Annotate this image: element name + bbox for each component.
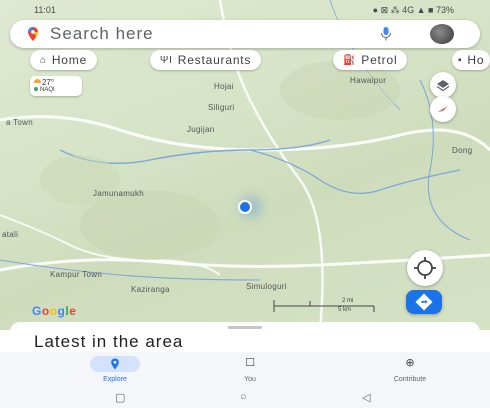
chip-restaurants[interactable]: ΨΙ Restaurants — [150, 50, 262, 70]
profile-avatar[interactable] — [430, 24, 454, 44]
map-label-kampur-town: Kampur Town — [50, 270, 103, 279]
bottom-sheet[interactable]: Latest in the area — [10, 322, 480, 352]
hotel-icon: ▪ — [458, 54, 463, 66]
layers-icon — [436, 80, 450, 92]
status-time: 11:01 — [34, 5, 56, 15]
aqi-dot-icon — [34, 87, 38, 91]
home-icon: ⌂ — [40, 54, 47, 66]
google-logo-letter: e — [69, 304, 77, 318]
restaurant-icon: ΨΙ — [160, 54, 173, 66]
nav-label: Contribute — [393, 376, 427, 383]
directions-icon — [415, 293, 433, 311]
directions-button[interactable] — [406, 290, 442, 314]
map-label-dong: Dong — [452, 146, 473, 155]
search-bar[interactable]: Search here — [10, 20, 480, 48]
map-label-simuloguri: Simuloguri — [246, 282, 287, 291]
map-label-siliguri: Siliguri — [208, 103, 235, 112]
status-bar: 11:01 ● ⊠ ⁂ 4G ▲ ■ 73% — [0, 0, 490, 20]
aqi-text: NAQI — [40, 87, 55, 93]
explore-pin-icon — [111, 358, 119, 370]
map-label-jamunamukh: Jamunamukh — [93, 189, 145, 198]
bookmark-icon: ☐ — [245, 357, 255, 369]
scale-bar — [273, 300, 375, 312]
scale-km: 5 km — [338, 307, 352, 313]
category-chips: ⌂ Home ΨΙ Restaurants ⛽ Petrol ▪ Ho — [0, 50, 490, 72]
map-label-hojai: Hojai — [214, 82, 234, 91]
map-label-jugijan: Jugijan — [187, 125, 215, 134]
nav-label: You — [244, 376, 256, 383]
chip-label: Home — [51, 53, 88, 67]
nav-contribute[interactable]: ⊕ Contribute — [355, 354, 465, 386]
map-label-hawaipur: Hawaipur — [350, 76, 387, 85]
my-location-button[interactable] — [407, 250, 443, 286]
map-label-a-town: a Town — [6, 118, 34, 127]
mic-icon[interactable] — [380, 27, 392, 41]
google-logo-letter: G — [32, 304, 42, 318]
chip-hotels[interactable]: ▪ Ho — [452, 50, 490, 70]
maps-pin-icon — [28, 27, 38, 41]
sheet-title: Latest in the area — [34, 332, 184, 351]
scale-miles: 2 mi — [342, 298, 354, 304]
map-label-kaziranga: Kaziranga — [131, 285, 170, 294]
layers-button[interactable] — [430, 72, 456, 98]
system-navigation-bar: ▢ ○ ◁ — [0, 388, 490, 408]
weather-widget[interactable]: 27° NAQI — [30, 76, 82, 96]
nav-you[interactable]: ☐ You — [195, 354, 305, 386]
weather-temp: 27° — [42, 78, 55, 87]
back-icon[interactable]: ◁ — [362, 391, 370, 404]
crosshair-icon — [414, 257, 436, 279]
map-scale: 2 mi 5 km — [270, 296, 380, 316]
recents-icon[interactable]: ▢ — [115, 391, 125, 404]
home-button-icon[interactable]: ○ — [240, 391, 247, 403]
compass-icon — [438, 106, 448, 112]
google-logo-letter: o — [49, 304, 58, 318]
chip-petrol[interactable]: ⛽ Petrol — [333, 50, 408, 70]
sun-icon — [34, 79, 41, 83]
drag-handle[interactable] — [228, 326, 262, 329]
nav-label: Explore — [103, 376, 127, 383]
search-input[interactable]: Search here — [50, 24, 154, 44]
add-circle-icon: ⊕ — [405, 357, 415, 369]
current-location-marker — [238, 200, 252, 214]
chip-label: Restaurants — [177, 53, 252, 67]
bottom-navigation: Explore ☐ You ⊕ Contribute — [0, 352, 490, 388]
google-logo-letter: o — [41, 304, 50, 318]
chip-label: Petrol — [361, 53, 398, 67]
chip-label: Ho — [467, 53, 485, 67]
map-label-atali: atali — [2, 230, 19, 239]
status-indicators: ● ⊠ ⁂ 4G ▲ ■ 73% — [372, 5, 454, 15]
compass-button[interactable] — [430, 96, 456, 122]
fuel-icon: ⛽ — [343, 54, 357, 66]
google-logo: Google — [32, 304, 76, 318]
nav-explore[interactable]: Explore — [60, 354, 170, 386]
aqi-label: NAQI — [34, 87, 55, 93]
chip-home[interactable]: ⌂ Home — [30, 50, 98, 70]
